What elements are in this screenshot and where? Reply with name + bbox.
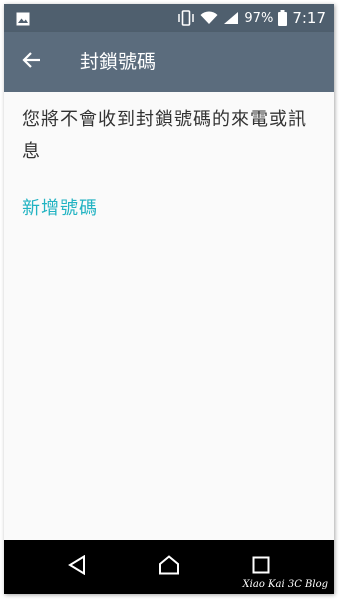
home-icon	[158, 555, 180, 579]
status-icons: 97% 7:17	[177, 4, 326, 32]
nav-recents-button[interactable]	[246, 552, 276, 582]
watermark: Xiao Kai 3C Blog	[242, 579, 328, 590]
image-icon	[16, 11, 30, 26]
recents-icon	[252, 556, 270, 578]
status-bar: 97% 7:17	[4, 4, 334, 32]
back-arrow-icon	[22, 50, 42, 74]
main-content: 您將不會收到封鎖號碼的來電或訊息 新增號碼	[4, 92, 334, 537]
nav-home-button[interactable]	[154, 552, 184, 582]
vibrate-icon	[177, 10, 195, 26]
nav-back-button[interactable]	[62, 552, 92, 582]
wifi-icon	[200, 11, 218, 25]
page-title: 封鎖號碼	[80, 51, 157, 73]
app-bar: 封鎖號碼	[4, 32, 334, 92]
blocked-info-message: 您將不會收到封鎖號碼的來電或訊息	[22, 109, 307, 162]
phone-screen: 97% 7:17 封鎖號碼 您將不會收到封鎖號碼的來電或訊息 新增號碼 Xiao…	[4, 4, 334, 594]
battery-icon	[278, 10, 288, 26]
clock: 7:17	[292, 9, 326, 27]
battery-percent: 97%	[244, 10, 274, 26]
back-triangle-icon	[68, 554, 86, 579]
add-number-button[interactable]: 新增號碼	[22, 194, 98, 220]
signal-icon	[223, 11, 239, 25]
back-button[interactable]	[14, 44, 50, 80]
navigation-bar: Xiao Kai 3C Blog	[4, 540, 334, 594]
